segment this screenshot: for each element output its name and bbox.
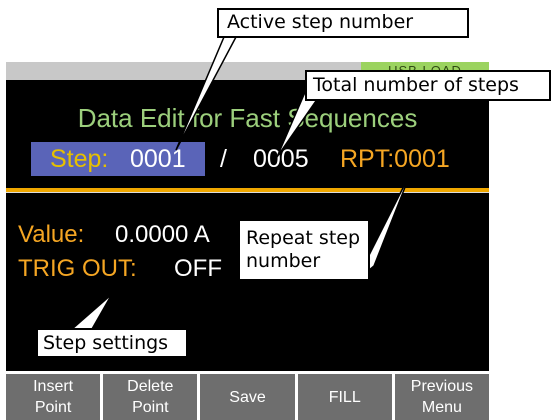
screen-title: Data Edit for Fast Sequences (77, 103, 418, 133)
fill-button[interactable]: FILL (297, 374, 392, 420)
callout-step-settings: Step settings (36, 328, 188, 358)
save-button[interactable]: Save (200, 374, 295, 420)
softkey-bar: Insert Point Delete Point Save FILL Prev… (6, 374, 490, 420)
trig-out-label: TRIG OUT: (18, 255, 137, 282)
trig-out-field[interactable]: OFF (174, 254, 222, 284)
step-separator: / (220, 145, 227, 173)
step-label: Step: (50, 145, 109, 173)
delete-point-button[interactable]: Delete Point (103, 374, 198, 420)
callout-total-steps: Total number of steps (305, 70, 551, 101)
previous-menu-button[interactable]: Previous Menu (394, 374, 490, 420)
active-step-value[interactable]: 0001 (130, 143, 186, 175)
section-divider (6, 188, 489, 193)
total-steps-value: 0005 (253, 145, 309, 173)
callout-active-step: Active step number (217, 8, 469, 38)
callout-repeat-step: Repeat step number (238, 219, 370, 281)
insert-point-button[interactable]: Insert Point (6, 374, 101, 420)
repeat-step-value[interactable]: RPT:0001 (340, 143, 450, 175)
value-field[interactable]: 0.0000 A (115, 220, 210, 250)
value-label: Value: (18, 221, 85, 248)
